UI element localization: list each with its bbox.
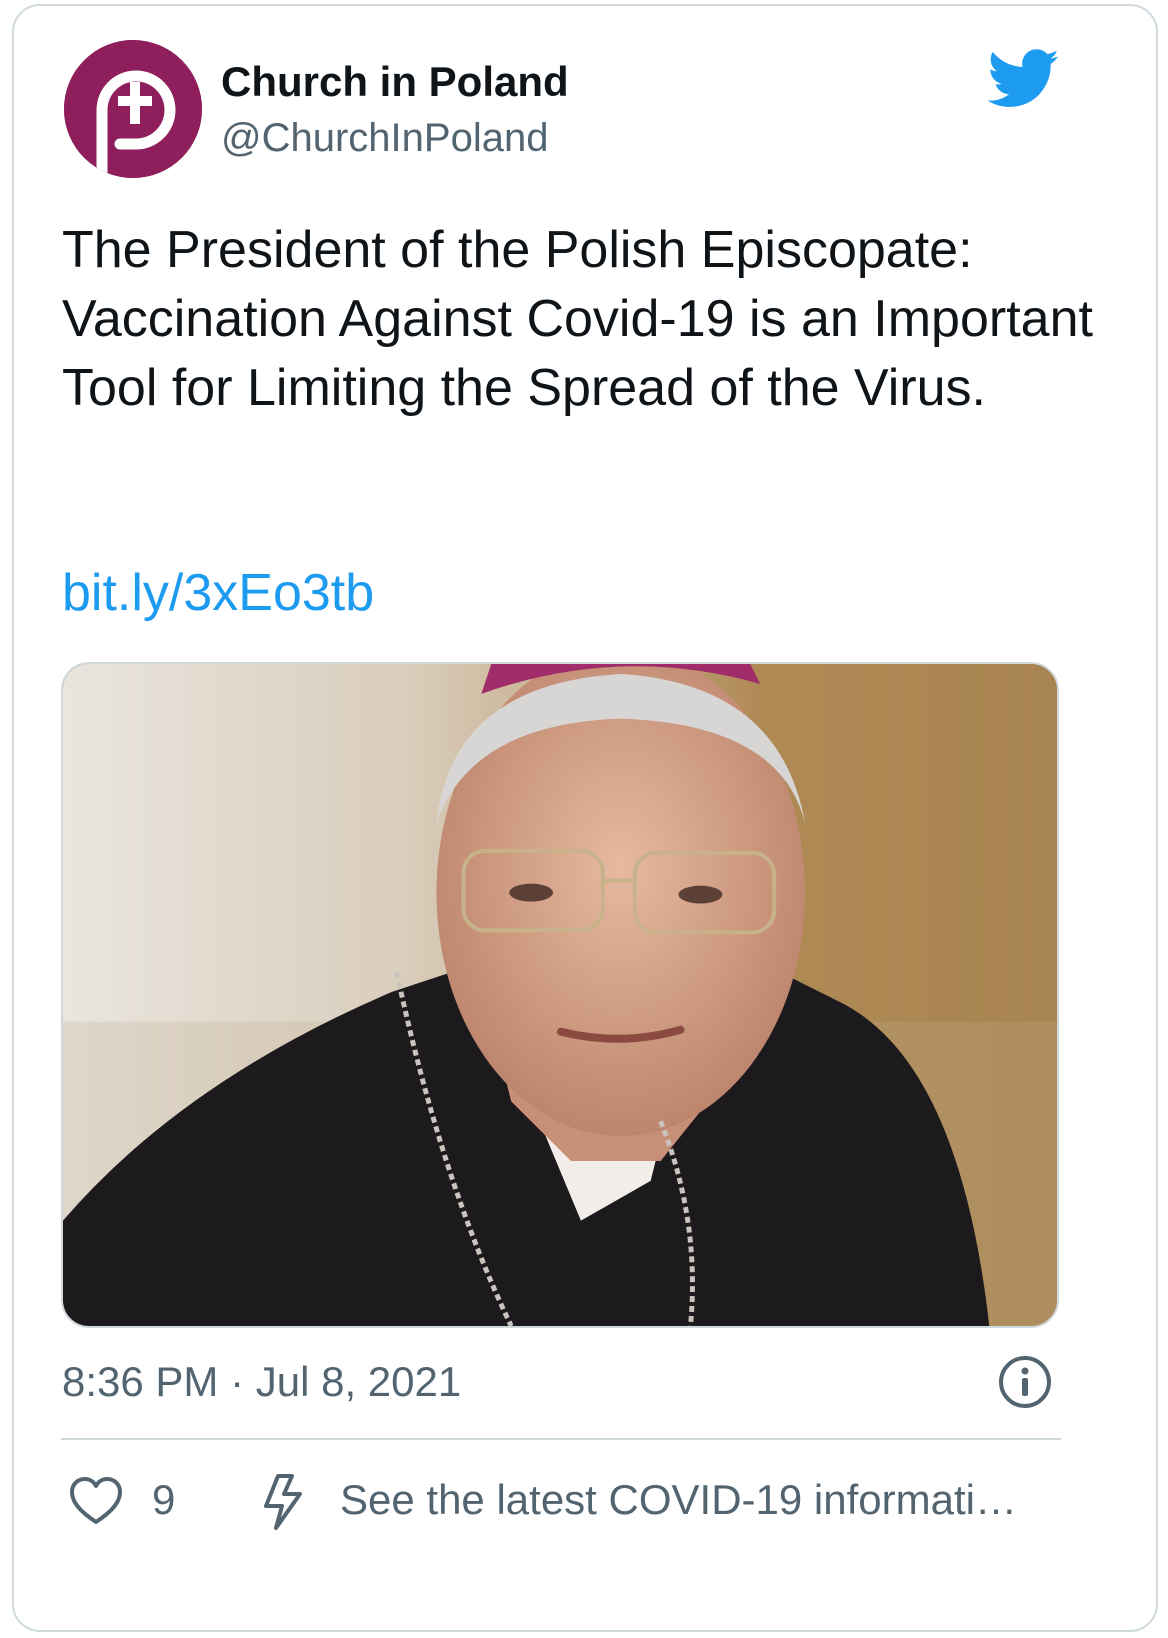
tweet-text: The President of the Polish Episcopate: … — [62, 221, 1093, 417]
divider — [61, 1438, 1061, 1440]
tweet-link[interactable]: bit.ly/3xEo3tb — [62, 563, 374, 623]
bishop-portrait-image — [63, 664, 1057, 1326]
avatar[interactable] — [64, 40, 202, 178]
like-count[interactable]: 9 — [152, 1476, 175, 1524]
covid-info-link[interactable]: See the latest COVID-19 informati… — [340, 1476, 1060, 1524]
lightning-icon[interactable] — [260, 1472, 306, 1532]
tweet-timestamp[interactable]: 8:36 PM · Jul 8, 2021 — [62, 1358, 461, 1406]
info-icon[interactable] — [997, 1354, 1053, 1410]
tweet-photo[interactable] — [61, 662, 1059, 1328]
author-handle[interactable]: @ChurchInPoland — [221, 116, 548, 161]
author-name[interactable]: Church in Poland — [221, 58, 569, 106]
tweet-card: Church in Poland @ChurchInPoland The Pre… — [12, 4, 1158, 1632]
twitter-bird-icon[interactable] — [988, 48, 1060, 110]
heart-icon[interactable] — [68, 1474, 124, 1530]
church-logo-icon — [64, 40, 202, 178]
